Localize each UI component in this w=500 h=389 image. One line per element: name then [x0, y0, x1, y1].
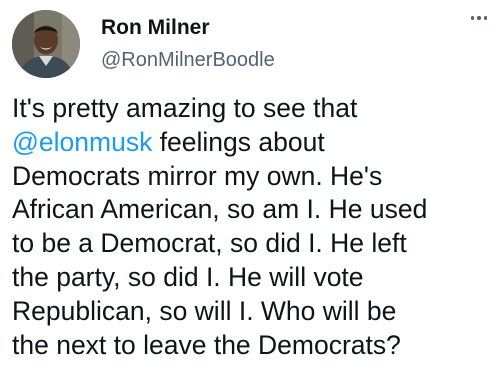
tweet-line-1: It's pretty amazing to see that — [12, 93, 358, 123]
tweet-line-5: to be a Democrat, so did I. He left — [12, 228, 407, 259]
author-display-name[interactable]: Ron Milner — [101, 16, 210, 40]
mention-link[interactable]: @elonmusk — [12, 127, 152, 157]
more-options-icon[interactable] — [466, 8, 492, 28]
tweet-text: It's pretty amazing to see that @elonmus… — [12, 92, 496, 362]
dot — [470, 16, 475, 20]
tweet-line-7: Republican, so will I. Who will be — [12, 295, 397, 326]
profile-photo-icon[interactable] — [12, 10, 80, 78]
author-handle[interactable]: @RonMilnerBoodle — [101, 49, 275, 72]
tweet-line-2-text: feelings about — [152, 126, 325, 157]
tweet-line-3: Democrats mirror my own. He's — [12, 160, 383, 191]
tweet-line-4: African American, so am I. He used — [12, 194, 428, 225]
tweet-line-6: the party, so did I. He will vote — [12, 261, 364, 292]
dot — [477, 16, 481, 20]
tweet-line-2: @elonmusk feelings about — [12, 126, 496, 160]
tweet-line-8: the next to leave the Democrats? — [12, 329, 401, 360]
dot — [483, 16, 488, 20]
tweet-card: Ron Milner @RonMilnerBoodle It's pretty … — [0, 0, 500, 389]
